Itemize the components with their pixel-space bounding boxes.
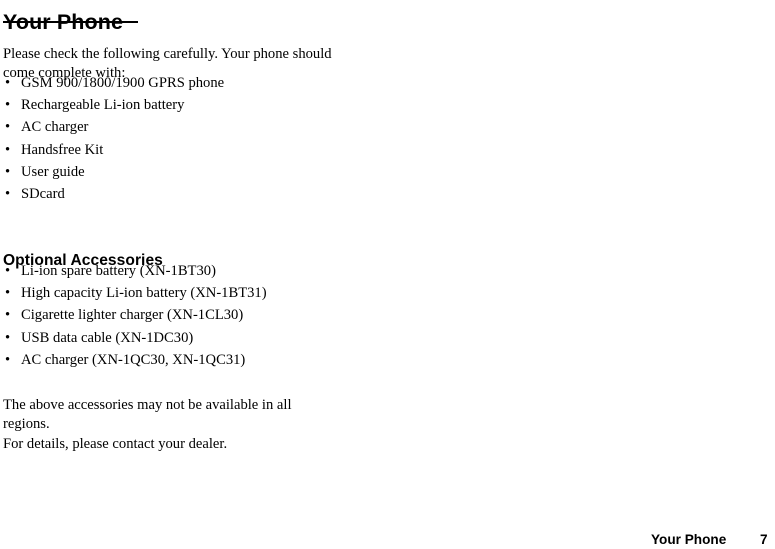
list-item-label: Cigarette lighter charger (XN-1CL30): [21, 307, 244, 324]
list-item: • User guide: [3, 161, 224, 183]
bullet-icon: •: [5, 97, 11, 114]
list-item: • AC charger: [3, 116, 224, 138]
dealer-note: For details, please contact your dealer.: [3, 435, 228, 452]
list-item: • USB data cable (XN-1DC30): [3, 327, 267, 349]
list-item: • Handsfree Kit: [3, 139, 224, 161]
footer-section-label: Your Phone: [651, 532, 727, 547]
bullet-icon: •: [5, 141, 11, 158]
list-item: • Cigarette lighter charger (XN-1CL30): [3, 304, 267, 326]
list-item-label: High capacity Li-ion battery (XN-1BT31): [21, 285, 267, 302]
list-item: • High capacity Li-ion battery (XN-1BT31…: [3, 282, 267, 304]
bullet-icon: •: [5, 285, 11, 302]
list-item-label: SDcard: [21, 186, 65, 203]
list-item-label: GSM 900/1800/1900 GPRS phone: [21, 75, 225, 91]
bullet-icon: •: [5, 263, 11, 279]
bullet-icon: •: [5, 186, 11, 203]
list-item-label: Li-ion spare battery (XN-1BT30): [21, 263, 216, 279]
list-item: • AC charger (XN-1QC30, XN-1QC31): [3, 349, 267, 371]
bullet-icon: •: [5, 329, 11, 346]
list-item-label: User guide: [21, 163, 85, 180]
list-item-label: AC charger (XN-1QC30, XN-1QC31): [21, 351, 246, 368]
list-item-label: Handsfree Kit: [21, 141, 104, 158]
page-footer: Your Phone 7: [0, 530, 775, 549]
bullet-icon: •: [5, 119, 11, 136]
title-underline-rule: [3, 21, 138, 23]
list-item: • Li-ion spare battery (XN-1BT30): [3, 260, 267, 282]
document-page: Your Phone Please check the following ca…: [0, 0, 775, 549]
list-item-label: Rechargeable Li-ion battery: [21, 97, 185, 114]
list-item: • SDcard: [3, 183, 224, 205]
bullet-icon: •: [5, 351, 11, 368]
included-items-list: • GSM 900/1800/1900 GPRS phone • Recharg…: [3, 72, 224, 205]
availability-note: The above accessories may not be availab…: [3, 396, 292, 432]
list-item: • GSM 900/1800/1900 GPRS phone: [3, 72, 224, 94]
list-item: • Rechargeable Li-ion battery: [3, 94, 224, 116]
list-item-label: AC charger: [21, 119, 89, 136]
bullet-icon: •: [5, 163, 11, 180]
bullet-icon: •: [5, 75, 11, 91]
list-item-label: USB data cable (XN-1DC30): [21, 329, 194, 346]
footer-page-number: 7: [760, 532, 768, 547]
optional-accessories-list: • Li-ion spare battery (XN-1BT30) • High…: [3, 260, 267, 371]
bullet-icon: •: [5, 307, 11, 324]
